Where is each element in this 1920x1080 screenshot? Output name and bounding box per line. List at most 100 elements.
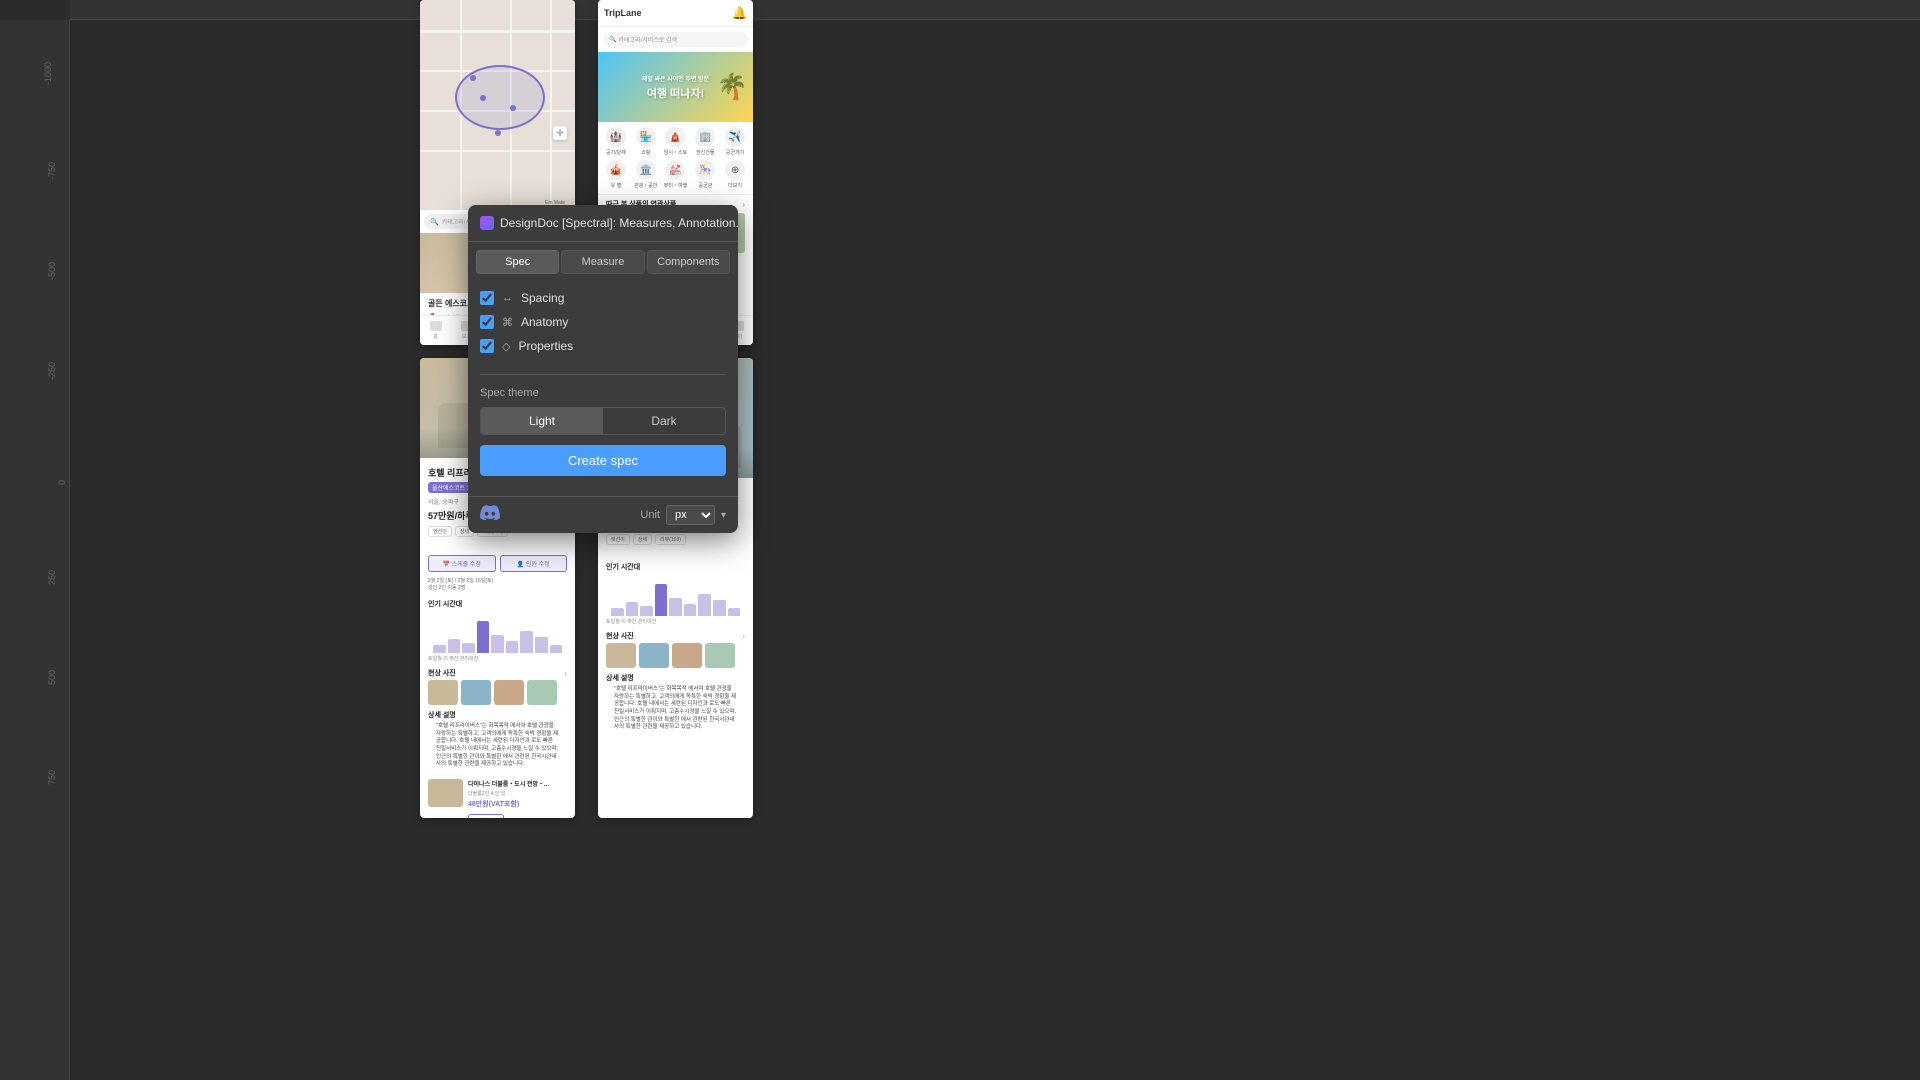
hotel2-desc-title: 상세 설명 [606,673,745,683]
app2-bell-icon: 🔔 [732,6,747,20]
cat-air[interactable]: ✈️ 공군개기 [722,127,748,156]
cat-shop[interactable]: 🏪 쇼핑 [633,127,659,156]
theme-buttons: Light Dark [480,407,726,435]
entertainment-icon: 🎪 [606,160,626,180]
hotel2-desc: 상세 설명 "호텔 리프라이버스"는 화목목적 에서여 호텔 관광을 자랑하는 … [598,673,753,737]
chart2-bar-1 [611,608,624,616]
theme-light-button[interactable]: Light [481,408,603,434]
chart-bar-2 [448,639,461,653]
chart-bar-5 [491,635,504,653]
spec-theme-label: Spec theme [480,387,726,399]
anatomy-icon: ⌘ [502,316,513,329]
hotel1-popular-label: 인기 시간대 [428,599,567,609]
room1-info: 다이나스 더블룸・도시 전망・... 더블룸2인 4.인 있 48만원(VAT포… [468,779,567,818]
hotel1-room-1: 다이나스 더블룸・도시 전망・... 더블룸2인 4.인 있 48만원(VAT포… [420,774,575,818]
checkbox-anatomy-input[interactable] [480,315,494,329]
chart-bar-4 [477,621,490,653]
discord-icon [480,505,500,525]
hotel1-photos-header: 현상 사진 › [420,664,575,680]
chart-bar-8 [535,637,548,653]
hotel1-booking-dates: 2월 2일 (토) / 2월 2일 16일(토) 성인 2인 이동 2명 [420,577,575,595]
chart2-bar-4 [655,584,668,616]
beauty-icon: 💒 [665,160,685,180]
hotel2-chart [606,576,745,616]
spacing-label: Spacing [521,291,564,305]
chart2-bar-3 [640,606,653,616]
canvas-area: ✛ Em Mate 🔍 카테고리/서비스로 검색 ⤢ 골든 에스코트 델리토 호… [70,0,1920,1080]
map-selection-oval [455,65,545,130]
chart2-bar-6 [684,604,697,616]
booking-schedule-btn[interactable]: 📅 스케줄 수정 [428,555,496,572]
map-search-icon: 🔍 [430,218,439,226]
hotel1-photo-4 [527,680,557,705]
app2-header: TripLane 🔔 [598,0,753,27]
cat-more[interactable]: ⊕ 더보기 [722,160,748,189]
checkbox-spacing-input[interactable] [480,291,494,305]
ruler-mark-500: -500 [47,262,57,280]
more-icon: ⊕ [725,160,745,180]
tab-components[interactable]: Components [647,250,730,274]
checkbox-spacing: ↔ Spacing [480,286,726,310]
hotel1-chart-label: 토일월 이 주간 관리이건 [428,653,567,662]
chart-bar-3 [462,643,475,653]
app2-search[interactable]: 🔍 카테고리/서비스로 검색 [603,32,748,47]
ruler-mark-250: -250 [47,362,57,380]
map-dot-1 [470,75,476,81]
theme-dark-button[interactable]: Dark [603,408,725,434]
hotel1-photos-label: 현상 사진 [428,668,456,678]
person-icon: 👤 [517,562,524,568]
cat-store[interactable]: 🛕 임시・스토 [663,127,689,156]
tab-measure[interactable]: Measure [561,250,644,274]
map-nav-home[interactable]: 홈 [430,321,442,340]
booking-person-btn[interactable]: 👤 인원 수정 [500,555,568,572]
chart-bar-1 [433,645,446,653]
map-compass: ✛ [553,126,567,140]
cat-building[interactable]: 🏢 한신건물 [692,127,718,156]
map-dot-2 [480,95,486,101]
checkbox-anatomy: ⌘ Anatomy [480,310,726,334]
palm-tree-icon: 🌴 [717,73,748,102]
map-dot-4 [495,130,501,136]
hotel1-booking: 📅 스케줄 수정 👤 인원 수정 [420,550,575,577]
room1-thumb [428,779,463,807]
cat-culture[interactable]: 🏛️ 관광・공안 [633,160,659,189]
hotel2-popular-label: 인기 시간대 [606,562,745,572]
tab-spec[interactable]: Spec [476,250,559,274]
map-area: ✛ Em Mate [420,0,575,210]
air-icon: ✈️ [725,127,745,147]
spec-theme-section: Spec theme Light Dark Create spec [480,374,726,476]
hotel2-photos-arrow: › [742,632,745,641]
travel-banner-text: 제일 싸은 사이먼 주변 방문 여행 떠나자! [642,74,709,101]
room1-details: 더블룸2인 4.인 있 [468,790,567,797]
create-spec-button[interactable]: Create spec [480,445,726,476]
chart-bar-7 [520,631,533,653]
cat-entertainment[interactable]: 🎪 유 밸 [603,160,629,189]
store-icon: 🛕 [665,127,685,147]
dialog-header: DesignDoc [Spectral]: Measures, Annotati… [468,205,738,242]
room1-detail-btn[interactable]: 자세히 보기 [468,814,504,818]
dialog-tabs: Spec Measure Components [468,242,738,274]
calendar-icon: 📅 [443,562,450,568]
hotel2-photo-row [598,643,753,673]
room1-price: 48만원(VAT포함) [468,799,567,809]
ruler-mark-750: -750 [47,162,57,180]
app2-logo: TripLane [604,8,642,18]
hotel1-popular-time: 인기 시간대 토일월 이 주간 관리이건 [420,595,575,664]
hotel2-photos-header: 현상 사진 › [598,627,753,643]
ruler-mark-500b: 500 [47,670,57,685]
cat-beauty[interactable]: 💒 뷰티・여행 [663,160,689,189]
app2-search-icon: 🔍 [609,36,616,43]
cat-park[interactable]: 🎠 공군관 [692,160,718,189]
hotel1-photo-row [420,680,575,710]
cat-tourist[interactable]: 🏰 공가/단체 [603,127,629,156]
spacing-icon: ↔ [502,292,513,304]
unit-select[interactable]: px rem em % [666,505,715,525]
checkbox-properties-input[interactable] [480,339,494,353]
hotel2-tag-0: 릿선이 [606,534,630,545]
hotel2-photos-label: 현상 사진 [606,631,634,641]
room1-name: 다이나스 더블룸・도시 전망・... [468,779,567,788]
hotel2-tag-2: 리뷰(103) [655,534,686,545]
ruler-mark-750b: 750 [47,770,57,785]
ruler-mark-1000: -1000 [43,62,53,85]
chart2-bar-9 [728,608,741,616]
